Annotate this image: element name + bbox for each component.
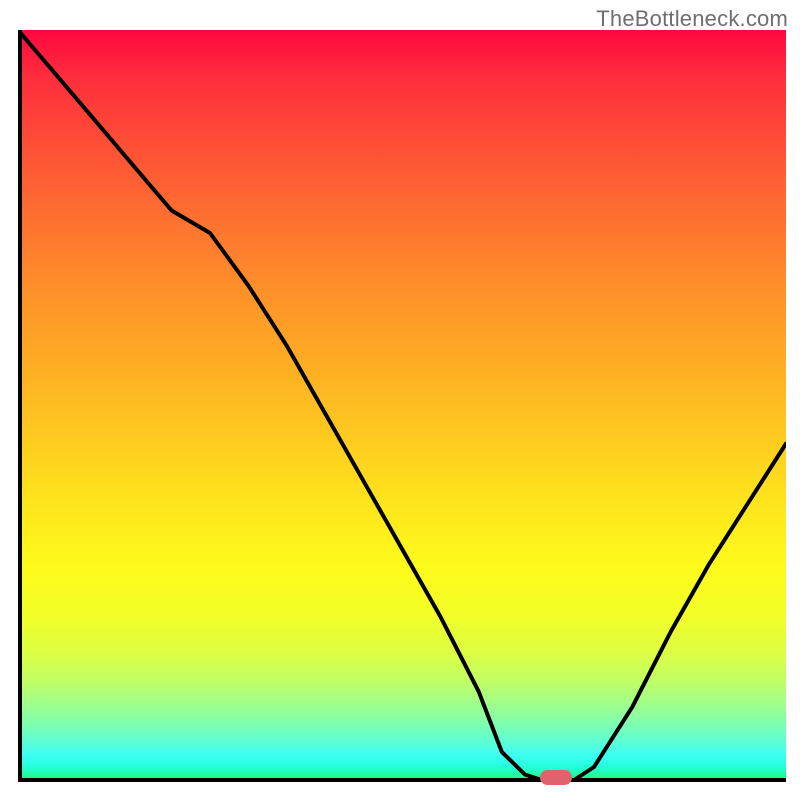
chart-container xyxy=(18,30,786,796)
optimal-marker xyxy=(540,770,572,785)
bottleneck-curve xyxy=(18,30,786,782)
chart-line-svg xyxy=(18,30,786,782)
watermark: TheBottleneck.com xyxy=(596,6,788,32)
